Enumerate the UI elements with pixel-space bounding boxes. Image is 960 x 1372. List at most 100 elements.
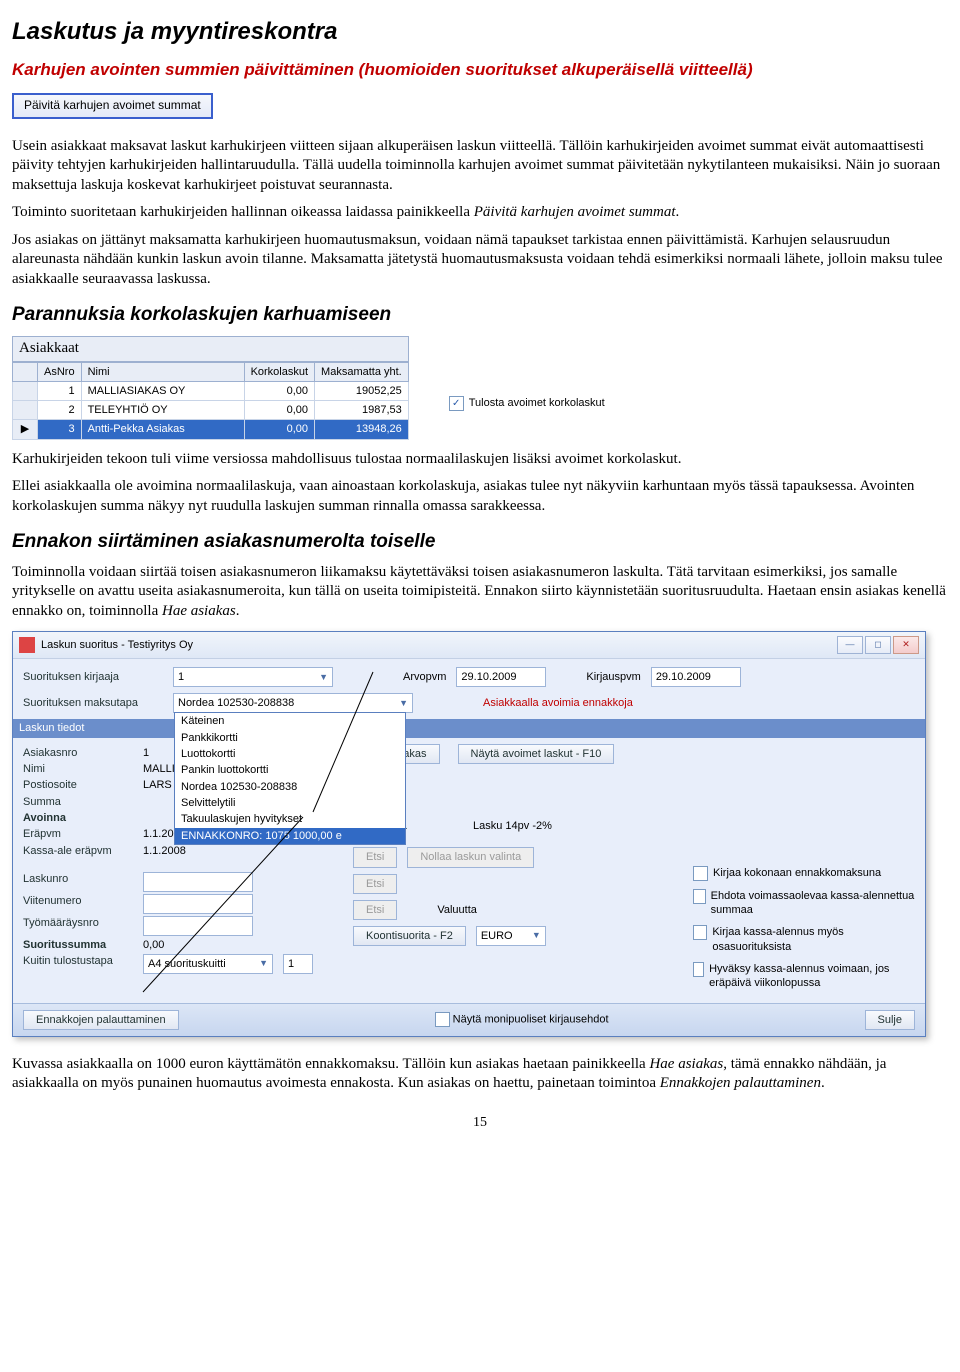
cell: 0,00 [244,381,314,400]
postiosoite-value: LARS [143,778,172,792]
combo-value: A4 suorituskuitti [148,957,226,971]
titlebar: Laskun suoritus - Testiyritys Oy — ◻ ✕ [13,632,925,659]
etsi-button-3[interactable]: Etsi [353,900,397,920]
nayta-avoimet-button[interactable]: Näytä avoimet laskut - F10 [458,744,615,764]
close-button[interactable]: ✕ [893,636,919,654]
asiakasnro-label: Asiakasnro [23,746,133,760]
cell: 0,00 [244,401,314,420]
nimi-label: Nimi [23,762,133,776]
laskun-tiedot-bar: Laskun tiedot [13,719,925,737]
valuutta-combo[interactable]: EURO ▼ [476,926,546,946]
maksutapa-dropdown-list: Käteinen Pankkikortti Luottokortti Panki… [174,712,406,844]
section-heading-ennakon: Ennakon siirtäminen asiakasnumerolta toi… [12,530,948,555]
check-label: Kirjaa kassa-alennus myös osasuorituksis… [712,925,915,954]
check-kirjaa-kassa[interactable]: Kirjaa kassa-alennus myös osasuorituksis… [693,925,915,954]
checkbox-checked-icon: ✓ [449,396,464,411]
paragraph: Jos asiakas on jättänyt maksamatta karhu… [12,231,948,290]
table-row[interactable]: 1 MALLIASIAKAS OY 0,00 19052,25 [13,381,409,400]
dropdown-option[interactable]: Selvittelytili [175,795,405,811]
check-label: Ehdota voimassaolevaa kassa-alennettua s… [711,889,915,918]
avoinna-label: Avoinna [23,811,133,825]
kuitin-label: Kuitin tulostustapa [23,954,133,974]
kirjaaja-label: Suorituksen kirjaaja [23,670,163,684]
section-heading-parannuksia: Parannuksia korkolaskujen karhuamiseen [12,303,948,328]
suoritussumma-value: 0,00 [143,938,164,952]
paivita-karhujen-button-image: Päivitä karhujen avoimet summat [12,93,213,119]
tyomaarays-field[interactable] [143,916,253,936]
nayta-monipuoliset[interactable]: Näytä monipuoliset kirjausehdot [435,1012,609,1027]
sulje-button[interactable]: Sulje [865,1010,915,1030]
checkbox-icon [693,962,704,977]
checkbox-icon [693,866,708,881]
maximize-button[interactable]: ◻ [865,636,891,654]
maksutapa-combo[interactable]: Nordea 102530-208838 ▼ Käteinen Pankkiko… [173,693,413,713]
check-label: Näytä monipuoliset kirjausehdot [453,1014,609,1026]
dropdown-option[interactable]: Käteinen [175,713,405,729]
maksutapa2-value: Lasku 14pv -2% [473,819,552,833]
dropdown-option[interactable]: Pankin luottokortti [175,762,405,778]
kuitin-count-field[interactable]: 1 [283,954,313,974]
paragraph: Toiminto suoritetaan karhukirjeiden hall… [12,203,948,223]
table-row[interactable]: 2 TELEYHTIÖ OY 0,00 1987,53 [13,401,409,420]
dropdown-option[interactable]: Luottokortti [175,746,405,762]
command-italic: Hae asiakas [649,1056,723,1072]
check-label: Hyväksy kassa-alennus voimaan, jos eräpä… [709,962,915,991]
kirjaaja-combo[interactable]: 1 ▼ [173,667,333,687]
col-nimi: Nimi [81,362,244,381]
nimi-value: MALLI [143,762,175,776]
dropdown-option-selected[interactable]: ENNAKKONRO: 1075 1000,00 e [175,828,405,844]
dropdown-option[interactable]: Pankkikortti [175,730,405,746]
viitenumero-field[interactable] [143,894,253,914]
cell: TELEYHTIÖ OY [81,401,244,420]
cell: 3 [38,420,82,439]
minimize-button[interactable]: — [837,636,863,654]
table-row-selected[interactable]: ▶ 3 Antti-Pekka Asiakas 0,00 13948,26 [13,420,409,439]
asiakkaat-panel: Asiakkaat AsNro Nimi Korkolaskut Maksama… [12,336,409,440]
etsi-button-2[interactable]: Etsi [353,874,397,894]
col-maksamatta: Maksamatta yht. [315,362,409,381]
button-name-italic: Päivitä karhujen avoimet summat [474,204,676,220]
paragraph: Kuvassa asiakkaalla on 1000 euron käyttä… [12,1055,948,1094]
paragraph: Usein asiakkaat maksavat laskut karhukir… [12,137,948,196]
check-ehdota[interactable]: Ehdota voimassaolevaa kassa-alennettua s… [693,889,915,918]
valuutta2-label: Valuutta [437,903,477,917]
page-number: 15 [12,1114,948,1132]
koontisuorita-button[interactable]: Koontisuorita - F2 [353,926,466,946]
cell: 0,00 [244,420,314,439]
text: . [236,603,240,619]
erapvm-label: Eräpvm [23,827,133,841]
asiakkaat-table: AsNro Nimi Korkolaskut Maksamatta yht. 1… [12,362,409,440]
ennakkojen-palauttaminen-button[interactable]: Ennakkojen palauttaminen [23,1010,179,1030]
command-italic: Ennakkojen palauttaminen [660,1075,821,1091]
check-label: Kirjaa kokonaan ennakkomaksuna [713,866,881,880]
nollaa-button[interactable]: Nollaa laskun valinta [407,847,534,867]
postiosoite-label: Postiosoite [23,778,133,792]
command-italic: Hae asiakas [162,603,236,619]
dropdown-option[interactable]: Takuulaskujen hyvitykset [175,811,405,827]
window-title: Laskun suoritus - Testiyritys Oy [41,638,193,652]
check-ennakkomaksuna[interactable]: Kirjaa kokonaan ennakkomaksuna [693,866,915,881]
laskunro-field[interactable] [143,872,253,892]
etsi-button[interactable]: Etsi [353,847,397,867]
text: Toiminto suoritetaan karhukirjeiden hall… [12,204,474,220]
cell: Antti-Pekka Asiakas [81,420,244,439]
kirjauspvm-field[interactable]: 29.10.2009 [651,667,741,687]
chevron-down-icon: ▼ [532,930,541,942]
tulosta-avoimet-checkbox[interactable]: ✓ Tulosta avoimet korkolaskut [449,396,605,411]
text: Toiminnolla voidaan siirtää toisen asiak… [12,564,946,619]
ennakko-warning: Asiakkaalla avoimia ennakkoja [483,696,633,710]
text: . [821,1075,825,1091]
kassaale-label: Kassa-ale eräpvm [23,844,133,858]
kuitin-combo[interactable]: A4 suorituskuitti ▼ [143,954,273,974]
kirjauspvm-label: Kirjauspvm [586,670,640,684]
combo-value: 1 [178,670,184,684]
check-hyvaksy[interactable]: Hyväksy kassa-alennus voimaan, jos eräpä… [693,962,915,991]
combo-value: Nordea 102530-208838 [178,696,294,710]
laskunro-label: Laskunro [23,872,133,892]
viitenumero-label: Viitenumero [23,894,133,914]
maksutapa-label: Suorituksen maksutapa [23,696,163,710]
combo-value: EURO [481,929,513,943]
dropdown-option[interactable]: Nordea 102530-208838 [175,779,405,795]
arvopvm-field[interactable]: 29.10.2009 [456,667,546,687]
app-icon [19,637,35,653]
